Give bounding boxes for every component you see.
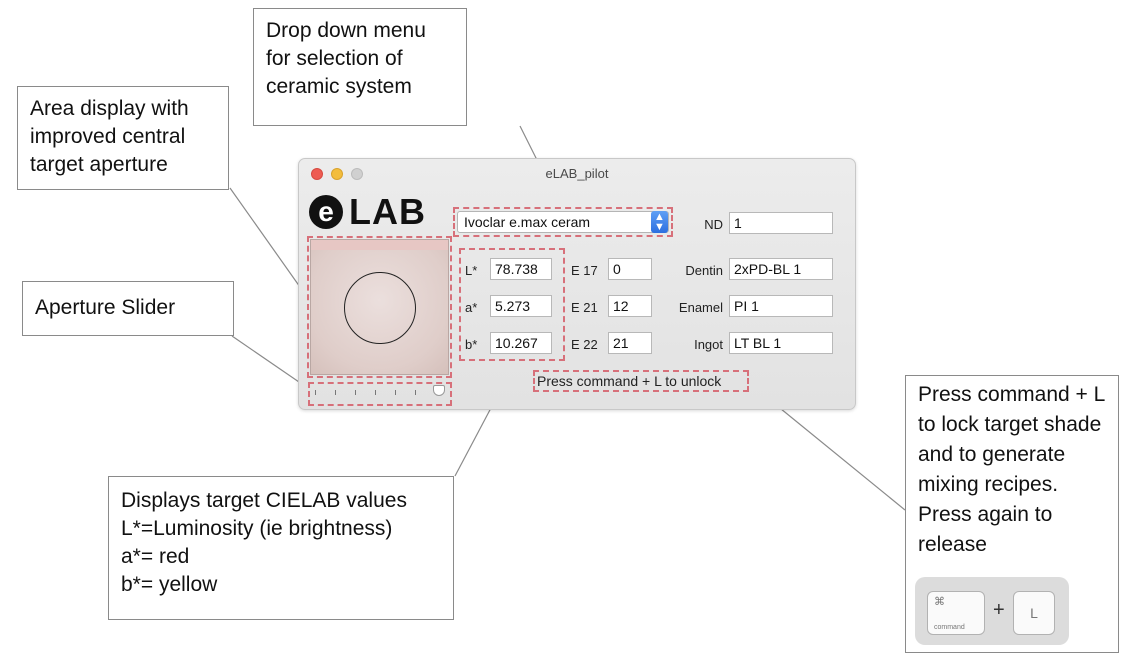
callout-aperture-slider: Aperture Slider: [22, 281, 234, 336]
keyboard-shortcut-illustration: ⌘ command + L: [915, 577, 1069, 645]
enamel-field[interactable]: PI 1: [729, 295, 833, 317]
b-star-field[interactable]: 10.267: [490, 332, 552, 354]
l-key: L: [1013, 591, 1055, 635]
e21-field[interactable]: 12: [608, 295, 652, 317]
enamel-label: Enamel: [678, 300, 723, 315]
e17-label: E 17: [571, 263, 598, 278]
callout-lock-line: Press command + L: [918, 383, 1106, 406]
callout-area-display: Area display with improved central targe…: [17, 86, 229, 190]
nd-label: ND: [704, 217, 723, 232]
e22-field[interactable]: 21: [608, 332, 652, 354]
window-title: eLAB_pilot: [545, 166, 609, 181]
area-display-band: [311, 240, 448, 250]
a-star-label: a*: [465, 300, 478, 315]
ceramic-system-value: Ivoclar e.max ceram: [464, 214, 591, 230]
slider-tick: [315, 390, 316, 395]
b-star-label: b*: [465, 337, 478, 352]
plus-sign: +: [993, 599, 1005, 621]
area-display: [310, 239, 449, 375]
logo-text: LAB: [349, 191, 426, 232]
dentin-field[interactable]: 2xPD-BL 1: [729, 258, 833, 280]
callout-dropdown-line: Drop down menu: [266, 19, 426, 42]
command-key-label: command: [934, 624, 965, 631]
ceramic-system-select[interactable]: Ivoclar e.max ceram ▲ ▼: [457, 211, 669, 233]
callout-cielab-line: a*= red: [121, 545, 190, 568]
slider-tick: [355, 390, 356, 395]
callout-area-line: improved central: [30, 125, 186, 148]
aperture-slider[interactable]: [311, 385, 447, 399]
callout-area-line: Area display with: [30, 97, 189, 120]
slider-tick: [375, 390, 376, 395]
callout-lock-line: to lock target shade: [918, 413, 1102, 436]
nd-field[interactable]: 1: [729, 212, 833, 234]
l-star-label: L*: [465, 263, 478, 278]
callout-lock-line: mixing recipes.: [918, 473, 1059, 496]
callout-cielab: Displays target CIELAB values L*=Luminos…: [108, 476, 454, 620]
slider-tick: [395, 390, 396, 395]
callout-dropdown-line: ceramic system: [266, 75, 412, 98]
callout-lock-line: release: [918, 533, 987, 556]
ingot-field[interactable]: LT BL 1: [729, 332, 833, 354]
command-icon: ⌘: [934, 596, 945, 608]
callout-dropdown-line: for selection of: [266, 47, 403, 70]
callout-dropdown: Drop down menu for selection of ceramic …: [253, 8, 467, 126]
callout-cielab-line: L*=Luminosity (ie brightness): [121, 517, 393, 540]
callout-lock-line: and to generate: [918, 443, 1066, 466]
command-key: ⌘ command: [927, 591, 985, 635]
slider-tick: [335, 390, 336, 395]
callout-cielab-line: b*= yellow: [121, 573, 218, 596]
slider-tick: [415, 390, 416, 395]
dentin-label: Dentin: [685, 263, 723, 278]
callout-area-line: target aperture: [30, 153, 168, 176]
chevron-up-down-icon: ▲ ▼: [651, 211, 668, 233]
elab-logo: e LAB: [309, 191, 426, 232]
callout-lock-line: Press again to: [918, 503, 1053, 526]
e21-label: E 21: [571, 300, 598, 315]
e22-label: E 22: [571, 337, 598, 352]
callout-slider-line: Aperture Slider: [35, 296, 176, 319]
l-star-field[interactable]: 78.738: [490, 258, 552, 280]
title-bar[interactable]: eLAB_pilot: [299, 159, 855, 189]
e17-field[interactable]: 0: [608, 258, 652, 280]
unlock-hint: Press command + L to unlock: [537, 373, 722, 389]
a-star-field[interactable]: 5.273: [490, 295, 552, 317]
slider-thumb[interactable]: [433, 385, 445, 396]
elab-window: eLAB_pilot e LAB Ivoclar e.max ceram ▲ ▼ …: [298, 158, 856, 410]
callout-cielab-line: Displays target CIELAB values: [121, 489, 407, 512]
target-aperture-circle: [344, 272, 416, 344]
logo-e-icon: e: [309, 195, 343, 229]
ingot-label: Ingot: [694, 337, 723, 352]
